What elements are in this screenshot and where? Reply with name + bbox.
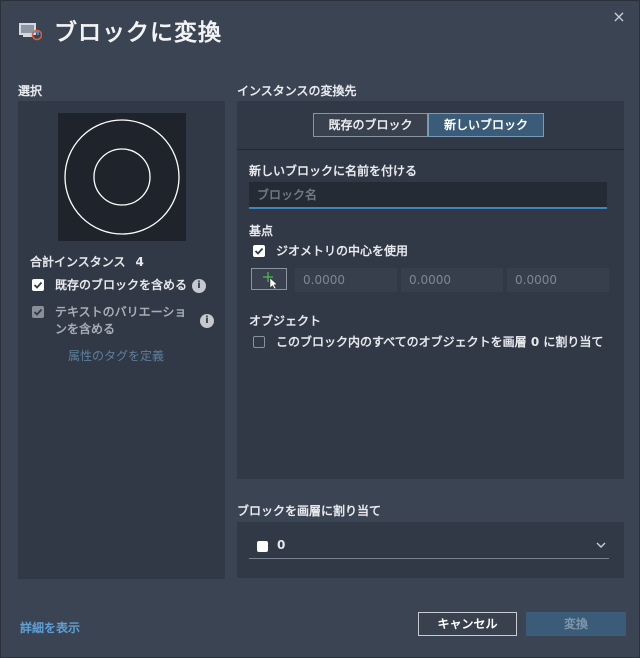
checkbox-checked-icon[interactable] [32, 279, 44, 291]
total-instances: 合計インスタンス 4 [30, 253, 144, 270]
include-existing-label: 既存のブロックを含める [55, 278, 188, 292]
checkbox-disabled-icon [32, 306, 44, 318]
objects-label: オブジェクト [249, 314, 322, 328]
tab-existing-block[interactable]: 既存のブロック [313, 113, 428, 137]
assign-layer0-checkbox[interactable]: このブロック内のすべてのオブジェクトを画層 0 に割り当て [253, 334, 603, 351]
divider [237, 149, 624, 150]
convert-to-panel: 既存のブロック 新しいブロック 新しいブロックに名前を付ける 基点 ジオメトリの… [237, 101, 624, 479]
include-text-variation-label-line1: テキストのバリエーショ [55, 305, 187, 319]
block-name-input[interactable] [249, 182, 607, 209]
convert-to-heading: インスタンスの変換先 [237, 84, 357, 98]
selection-panel: 合計インスタンス 4 既存のブロックを含める i テキストのバリエーショ ンを含め… [18, 101, 225, 579]
assign-layer0-label: このブロック内のすべてのオブジェクトを画層 0 に割り当て [276, 335, 604, 349]
checkbox-checked-icon[interactable] [253, 245, 265, 257]
close-icon[interactable]: × [611, 9, 627, 25]
assign-layer-panel: 0 [237, 522, 624, 578]
block-name-label: 新しいブロックに名前を付ける [249, 164, 418, 178]
pick-point-icon [263, 272, 278, 290]
app-block-icon [19, 23, 42, 41]
convert-to-block-dialog: ブロックに変換 × 選択 合計インスタンス 4 既存のブロックを含める i テキ… [0, 0, 640, 658]
layer-dropdown[interactable]: 0 [249, 535, 609, 559]
pick-point-button[interactable] [251, 268, 287, 290]
layer-color-swatch [257, 541, 268, 552]
base-point-x-field: 0.0000 [295, 268, 397, 292]
chevron-down-icon [596, 542, 606, 548]
dialog-title: ブロックに変換 [54, 20, 222, 46]
dialog-header: ブロックに変換 × [1, 1, 639, 63]
include-text-variation-label: テキストのバリエーショ ンを含める [55, 304, 186, 338]
layer-dropdown-value: 0 [277, 538, 286, 552]
total-instances-label: 合計インスタンス [30, 255, 126, 269]
cancel-button[interactable]: キャンセル [418, 612, 517, 636]
show-details-link[interactable]: 詳細を表示 [20, 619, 80, 636]
block-preview [58, 113, 186, 241]
tab-new-block[interactable]: 新しいブロック [428, 113, 544, 137]
define-attribute-tags-link: 属性のタグを定義 [68, 349, 165, 363]
include-text-variation-label-line2: ンを含める [55, 322, 116, 336]
selection-heading: 選択 [18, 84, 43, 98]
checkbox-unchecked-icon[interactable] [253, 336, 265, 348]
info-icon[interactable]: i [200, 314, 214, 328]
convert-button[interactable]: 変換 [526, 612, 626, 636]
base-point-z-field: 0.0000 [507, 268, 609, 292]
use-geometry-center-checkbox[interactable]: ジオメトリの中心を使用 [253, 243, 408, 260]
include-existing-checkbox[interactable]: 既存のブロックを含める [32, 277, 187, 294]
base-point-label: 基点 [249, 224, 274, 238]
total-instances-count: 4 [135, 255, 144, 269]
info-icon[interactable]: i [192, 279, 206, 293]
preview-circles [64, 119, 180, 235]
base-point-y-field: 0.0000 [401, 268, 503, 292]
assign-layer-heading: ブロックを画層に割り当て [237, 504, 382, 518]
include-text-variation-checkbox: テキストのバリエーショ ンを含める [32, 304, 186, 338]
use-geometry-center-label: ジオメトリの中心を使用 [276, 244, 409, 258]
